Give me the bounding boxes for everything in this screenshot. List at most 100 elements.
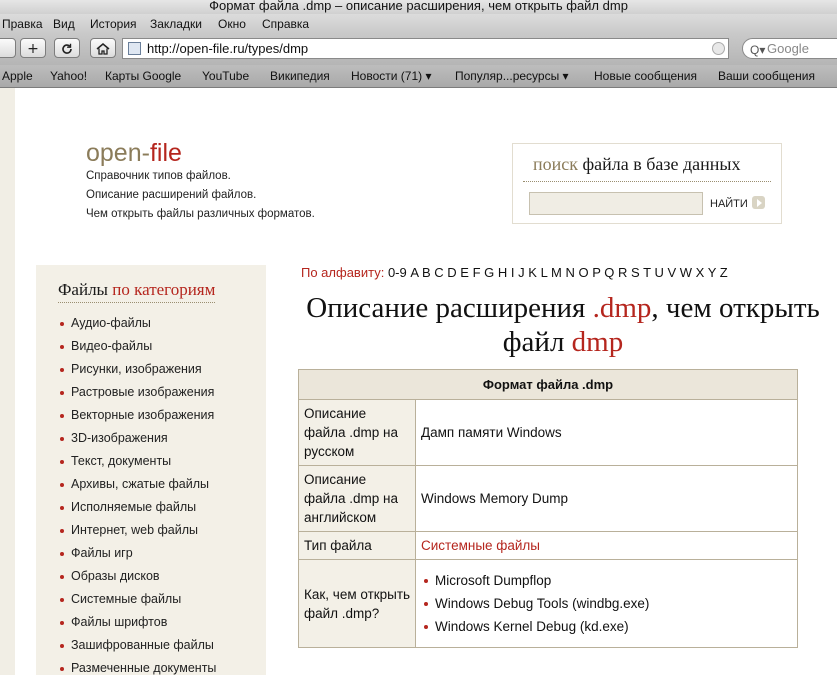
- bookmark-your-messages[interactable]: Ваши сообщения: [718, 69, 815, 83]
- search-submit-button[interactable]: НАЙТИ: [710, 196, 765, 210]
- open-with-app: Windows Debug Tools (windbg.exe): [421, 592, 792, 615]
- alpha-link-v[interactable]: V: [667, 265, 676, 280]
- menu-item-edit[interactable]: Правка: [2, 17, 43, 31]
- menu-item-help[interactable]: Справка: [262, 17, 309, 31]
- menu-item-view[interactable]: Вид: [53, 17, 75, 31]
- table-header: Формат файла .dmp: [298, 369, 798, 400]
- category-item[interactable]: Зашифрованные файлы: [60, 638, 216, 661]
- file-format-table: Формат файла .dmp Описание файла .dmp на…: [298, 369, 798, 648]
- plus-icon: +: [27, 41, 39, 57]
- address-reload-icon[interactable]: [712, 42, 725, 55]
- tagline-3: Чем открыть файлы различных форматов.: [86, 208, 315, 220]
- alpha-link-q[interactable]: Q: [604, 265, 614, 280]
- alpha-link-h[interactable]: H: [498, 265, 507, 280]
- alpha-link-n[interactable]: N: [565, 265, 574, 280]
- alpha-link-y[interactable]: Y: [708, 265, 716, 280]
- search-icon: Q▾: [750, 43, 766, 57]
- reload-button[interactable]: [54, 38, 80, 58]
- alpha-link-o[interactable]: O: [578, 265, 588, 280]
- alpha-link-i[interactable]: I: [511, 265, 515, 280]
- category-item[interactable]: Видео-файлы: [60, 339, 216, 362]
- alpha-link-g[interactable]: G: [484, 265, 494, 280]
- alpha-link-p[interactable]: P: [592, 265, 600, 280]
- home-button[interactable]: [90, 38, 116, 58]
- category-item[interactable]: Интернет, web файлы: [60, 523, 216, 546]
- alpha-link-t[interactable]: T: [643, 265, 651, 280]
- google-search-field[interactable]: Q▾ Google: [742, 38, 837, 59]
- bookmark-youtube[interactable]: YouTube: [202, 69, 249, 83]
- page-content: open-file Справочник типов файлов. Описа…: [15, 88, 837, 675]
- category-item[interactable]: 3D-изображения: [60, 431, 216, 454]
- alpha-link-k[interactable]: K: [528, 265, 537, 280]
- home-icon: [96, 43, 110, 55]
- alpha-link-f[interactable]: F: [473, 265, 481, 280]
- address-bar[interactable]: http://open-file.ru/types/dmp: [122, 38, 729, 59]
- add-bookmark-button[interactable]: +: [20, 38, 46, 58]
- play-arrow-icon: [751, 196, 765, 209]
- open-with-label: Как, чем открыть файл .dmp?: [298, 559, 416, 648]
- category-item[interactable]: Файлы игр: [60, 546, 216, 569]
- search-heading: поиск файла в базе данных: [533, 154, 741, 174]
- alpha-link-0-9[interactable]: 0-9: [388, 265, 407, 280]
- toolbar-edge-button[interactable]: [0, 38, 16, 58]
- site-search-box: поиск файла в базе данных НАЙТИ: [512, 143, 782, 224]
- category-item[interactable]: Текст, документы: [60, 454, 216, 477]
- category-item[interactable]: Исполняемые файлы: [60, 500, 216, 523]
- bookmark-google-maps[interactable]: Карты Google: [105, 69, 181, 83]
- alpha-link-r[interactable]: R: [618, 265, 627, 280]
- alpha-link-e[interactable]: E: [460, 265, 469, 280]
- open-with-cell: Microsoft Dumpflop Windows Debug Tools (…: [415, 559, 798, 648]
- category-list: Аудио-файлы Видео-файлы Рисунки, изображ…: [60, 316, 216, 675]
- google-search-placeholder: Google: [767, 41, 809, 56]
- sidebar-title: Файлы по категориям: [58, 280, 216, 303]
- file-type-link[interactable]: Системные файлы: [415, 531, 798, 560]
- site-favicon-icon: [128, 42, 141, 55]
- category-sidebar: Файлы по категориям Аудио-файлы Видео-фа…: [36, 265, 266, 675]
- alphabet-nav: По алфавиту: 0-9 A B C D E F G H I J K L…: [301, 265, 728, 280]
- window-title: Формат файла .dmp – описание расширения,…: [0, 0, 837, 14]
- menu-bar: Правка Вид История Закладки Окно Справка: [0, 14, 837, 34]
- category-item[interactable]: Векторные изображения: [60, 408, 216, 431]
- address-url: http://open-file.ru/types/dmp: [147, 41, 309, 56]
- alpha-link-b[interactable]: B: [422, 265, 431, 280]
- menu-item-history[interactable]: История: [90, 17, 137, 31]
- site-logo[interactable]: open-file: [86, 139, 182, 168]
- logo-part-1: open-: [86, 139, 150, 167]
- alpha-link-d[interactable]: D: [447, 265, 456, 280]
- alpha-link-s[interactable]: S: [631, 265, 640, 280]
- alpha-link-x[interactable]: X: [696, 265, 705, 280]
- alpha-link-u[interactable]: U: [654, 265, 663, 280]
- bookmark-popular-resources[interactable]: Популяр...ресурсы ▾: [455, 69, 569, 83]
- desc-ru-label: Описание файла .dmp на русском: [298, 399, 416, 466]
- alpha-link-a[interactable]: A: [410, 265, 418, 280]
- bookmark-wikipedia[interactable]: Википедия: [270, 69, 330, 83]
- category-item[interactable]: Архивы, сжатые файлы: [60, 477, 216, 500]
- desc-en-value: Windows Memory Dump: [415, 465, 798, 532]
- alpha-link-z[interactable]: Z: [720, 265, 728, 280]
- menu-item-window[interactable]: Окно: [218, 17, 246, 31]
- alpha-link-c[interactable]: C: [434, 265, 443, 280]
- category-item[interactable]: Образы дисков: [60, 569, 216, 592]
- category-item[interactable]: Файлы шрифтов: [60, 615, 216, 638]
- browser-toolbar: + http://open-file.ru/types/dmp Q▾ Googl…: [0, 34, 837, 65]
- category-item[interactable]: Размеченные документы: [60, 661, 216, 675]
- bookmark-news[interactable]: Новости (71) ▾: [351, 69, 431, 83]
- page-title: Описание расширения .dmp, чем открыть фа…: [306, 292, 820, 358]
- alpha-link-m[interactable]: M: [551, 265, 562, 280]
- desc-ru-value: Дамп памяти Windows: [415, 399, 798, 466]
- bookmark-apple[interactable]: Apple: [2, 69, 33, 83]
- search-input[interactable]: [529, 192, 703, 215]
- menu-item-bookmarks[interactable]: Закладки: [150, 17, 202, 31]
- category-item[interactable]: Аудио-файлы: [60, 316, 216, 339]
- category-item[interactable]: Растровые изображения: [60, 385, 216, 408]
- open-with-app: Microsoft Dumpflop: [421, 569, 792, 592]
- category-item[interactable]: Рисунки, изображения: [60, 362, 216, 385]
- alpha-link-w[interactable]: W: [680, 265, 692, 280]
- alpha-link-j[interactable]: J: [518, 265, 525, 280]
- bookmarks-bar: Apple Yahoo! Карты Google YouTube Википе…: [0, 65, 837, 88]
- bookmark-yahoo[interactable]: Yahoo!: [50, 69, 87, 83]
- bookmark-new-messages[interactable]: Новые сообщения: [594, 69, 697, 83]
- file-type-label: Тип файла: [298, 531, 416, 560]
- category-item[interactable]: Системные файлы: [60, 592, 216, 615]
- alpha-link-l[interactable]: L: [541, 265, 548, 280]
